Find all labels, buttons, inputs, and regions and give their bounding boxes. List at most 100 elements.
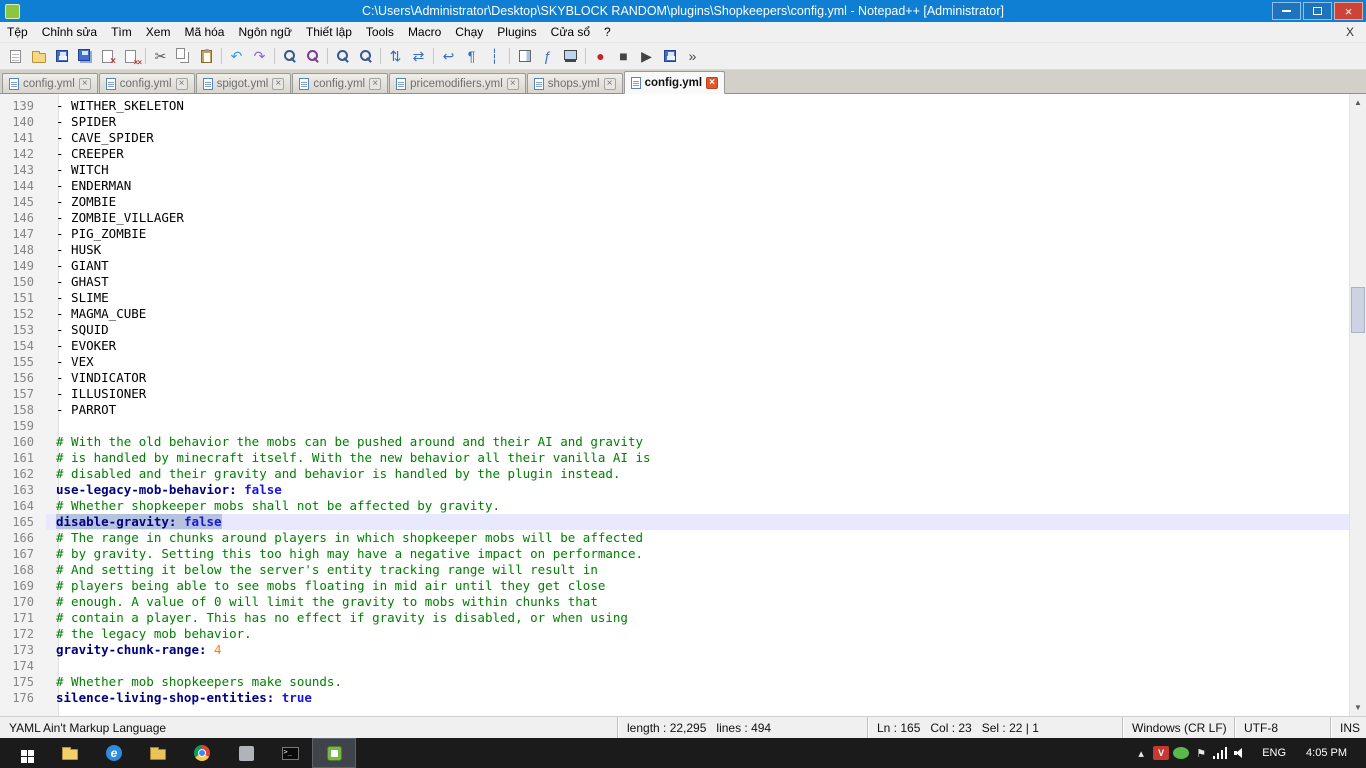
minimize-button[interactable] [1272, 2, 1301, 20]
notepadpp-icon[interactable] [5, 4, 20, 19]
editor-line-147[interactable]: 147- PIG_ZOMBIE [0, 226, 1349, 242]
tab-2-config.yml[interactable]: config.yml× [99, 73, 195, 93]
toolbar-copy-button[interactable] [172, 45, 195, 67]
line-number-139[interactable]: 139 [0, 98, 46, 114]
line-number-150[interactable]: 150 [0, 274, 46, 290]
toolbar-redo-button[interactable]: ↷ [248, 45, 271, 67]
scroll-down-arrow[interactable]: ▼ [1350, 699, 1366, 716]
tab-close-button[interactable]: × [369, 78, 381, 90]
editor-line-139[interactable]: 139- WITHER_SKELETON [0, 98, 1349, 114]
editor-line-172[interactable]: 172# the legacy mob behavior. [0, 626, 1349, 642]
line-number-147[interactable]: 147 [0, 226, 46, 242]
line-number-149[interactable]: 149 [0, 258, 46, 274]
editor-line-159[interactable]: 159 [0, 418, 1349, 434]
toolbar-zoom-out-button[interactable] [354, 45, 377, 67]
line-number-153[interactable]: 153 [0, 322, 46, 338]
tab-close-button[interactable]: × [176, 78, 188, 90]
line-number-148[interactable]: 148 [0, 242, 46, 258]
editor-line-174[interactable]: 174 [0, 658, 1349, 674]
language-indicator[interactable]: ENG [1253, 747, 1295, 759]
line-number-163[interactable]: 163 [0, 482, 46, 498]
line-number-158[interactable]: 158 [0, 402, 46, 418]
editor-line-167[interactable]: 167# by gravity. Setting this too high m… [0, 546, 1349, 562]
vmware-tray-icon[interactable]: V [1153, 746, 1169, 760]
line-number-161[interactable]: 161 [0, 450, 46, 466]
toolbar-document-map-button[interactable] [513, 45, 536, 67]
tab-7-config.yml[interactable]: config.yml× [624, 71, 726, 94]
line-number-171[interactable]: 171 [0, 610, 46, 626]
menu-close-x[interactable]: X [1334, 25, 1366, 39]
line-number-162[interactable]: 162 [0, 466, 46, 482]
line-number-141[interactable]: 141 [0, 130, 46, 146]
tab-6-shops.yml[interactable]: shops.yml× [527, 73, 623, 93]
toolbar-cut-button[interactable]: ✂ [149, 45, 172, 67]
line-number-168[interactable]: 168 [0, 562, 46, 578]
menu-item-m-h-a[interactable]: Mã hóa [177, 23, 231, 41]
editor-line-169[interactable]: 169# players being able to see mobs floa… [0, 578, 1349, 594]
line-number-173[interactable]: 173 [0, 642, 46, 658]
editor-line-164[interactable]: 164# Whether shopkeeper mobs shall not b… [0, 498, 1349, 514]
chrome-button[interactable] [180, 738, 224, 768]
line-number-165[interactable]: 165 [0, 514, 46, 530]
line-number-140[interactable]: 140 [0, 114, 46, 130]
restore-button[interactable] [1303, 2, 1332, 20]
toolbar-indent-guide-button[interactable]: ┆ [483, 45, 506, 67]
start-button[interactable] [0, 738, 48, 768]
line-number-170[interactable]: 170 [0, 594, 46, 610]
toolbar-zoom-in-button[interactable] [331, 45, 354, 67]
tab-close-button[interactable]: × [79, 78, 91, 90]
toolbar-undo-button[interactable]: ↶ [225, 45, 248, 67]
editor-line-173[interactable]: 173gravity-chunk-range: 4 [0, 642, 1349, 658]
editor-line-141[interactable]: 141- CAVE_SPIDER [0, 130, 1349, 146]
toolbar-find-button[interactable] [278, 45, 301, 67]
editor-line-149[interactable]: 149- GIANT [0, 258, 1349, 274]
status-insert-mode[interactable]: INS [1330, 717, 1366, 738]
line-number-155[interactable]: 155 [0, 354, 46, 370]
file-explorer-button[interactable] [48, 738, 92, 768]
editor-line-157[interactable]: 157- ILLUSIONER [0, 386, 1349, 402]
editor-line-144[interactable]: 144- ENDERMAN [0, 178, 1349, 194]
toolbar-close-all-button[interactable] [119, 45, 142, 67]
line-number-176[interactable]: 176 [0, 690, 46, 706]
toolbar-function-list-button[interactable]: ƒ [536, 45, 559, 67]
menu-item-macro[interactable]: Macro [401, 23, 448, 41]
editor-line-143[interactable]: 143- WITCH [0, 162, 1349, 178]
line-number-175[interactable]: 175 [0, 674, 46, 690]
line-number-145[interactable]: 145 [0, 194, 46, 210]
editor-line-158[interactable]: 158- PARROT [0, 402, 1349, 418]
toolbar-run-macro-multiple-button[interactable]: » [681, 45, 704, 67]
menu-item-ch-y[interactable]: Chạy [448, 23, 490, 41]
editor-line-156[interactable]: 156- VINDICATOR [0, 370, 1349, 386]
editor-line-161[interactable]: 161# is handled by minecraft itself. Wit… [0, 450, 1349, 466]
internet-explorer-button[interactable]: e [92, 738, 136, 768]
editor-line-154[interactable]: 154- EVOKER [0, 338, 1349, 354]
line-number-160[interactable]: 160 [0, 434, 46, 450]
line-number-169[interactable]: 169 [0, 578, 46, 594]
editor-line-151[interactable]: 151- SLIME [0, 290, 1349, 306]
line-number-143[interactable]: 143 [0, 162, 46, 178]
menu-item-tools[interactable]: Tools [359, 23, 401, 41]
editor-line-165[interactable]: 165disable-gravity: false [0, 514, 1349, 530]
editor-line-160[interactable]: 160# With the old behavior the mobs can … [0, 434, 1349, 450]
toolbar-replace-button[interactable] [301, 45, 324, 67]
cmd-button[interactable] [268, 738, 312, 768]
line-number-157[interactable]: 157 [0, 386, 46, 402]
editor-line-168[interactable]: 168# And setting it below the server's e… [0, 562, 1349, 578]
menu-item-t-p[interactable]: Tệp [0, 23, 35, 41]
tab-close-button[interactable]: × [706, 77, 718, 89]
line-number-144[interactable]: 144 [0, 178, 46, 194]
toolbar-new-file-button[interactable] [4, 45, 27, 67]
line-number-166[interactable]: 166 [0, 530, 46, 546]
editor-line-153[interactable]: 153- SQUID [0, 322, 1349, 338]
editor[interactable]: 139- WITHER_SKELETON140- SPIDER141- CAVE… [0, 94, 1366, 716]
toolbar-close-file-button[interactable] [96, 45, 119, 67]
green-tray-icon[interactable] [1173, 747, 1189, 759]
editor-line-155[interactable]: 155- VEX [0, 354, 1349, 370]
toolbar-sync-vertical-button[interactable]: ⇅ [384, 45, 407, 67]
editor-line-146[interactable]: 146- ZOMBIE_VILLAGER [0, 210, 1349, 226]
menu-item-plugins[interactable]: Plugins [490, 23, 543, 41]
network-tray-icon[interactable] [1213, 747, 1229, 759]
editor-line-163[interactable]: 163use-legacy-mob-behavior: false [0, 482, 1349, 498]
tab-close-button[interactable]: × [507, 78, 519, 90]
editor-line-170[interactable]: 170# enough. A value of 0 will limit the… [0, 594, 1349, 610]
